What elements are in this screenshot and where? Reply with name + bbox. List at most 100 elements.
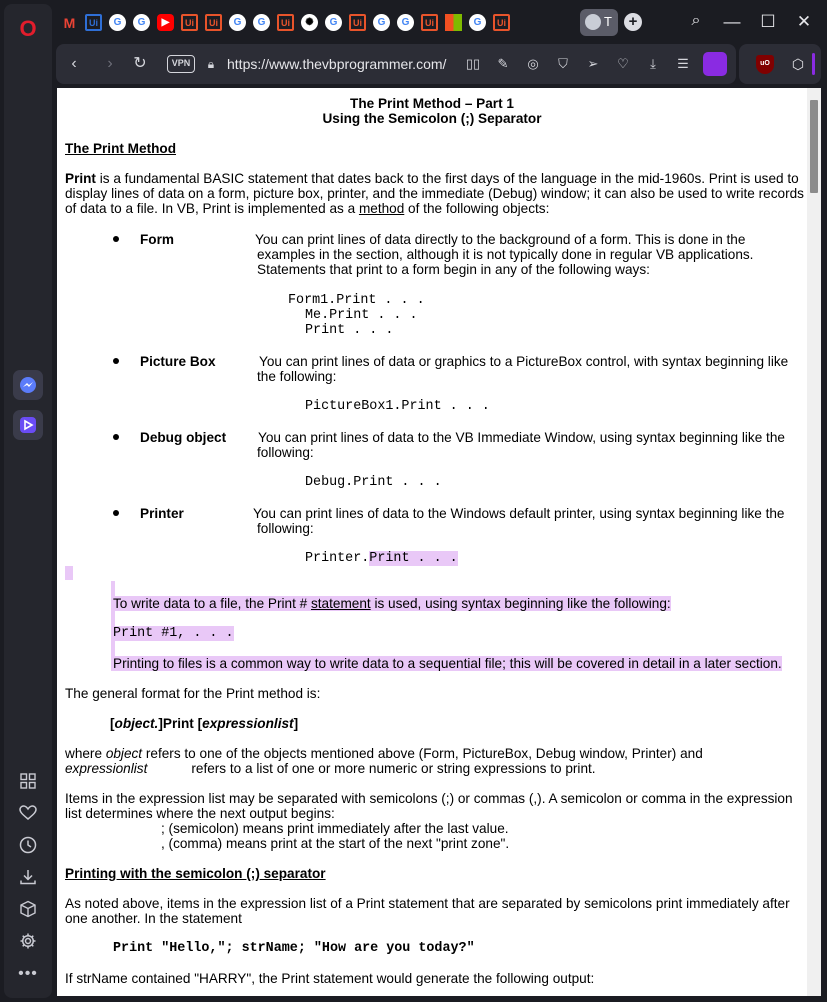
tab-chatgpt-icon[interactable]: ✺ [301,14,318,31]
tab-google-icon[interactable]: G [133,14,150,31]
tab-youtube-icon[interactable]: ▶ [157,14,174,31]
printer-desc-1: You can print lines of data to the Windo… [253,506,785,521]
tab-uipath-icon[interactable]: Ui [493,14,510,31]
form-desc-3: Statements that print to a form begin in… [257,262,650,277]
general-format: The general format for the Print method … [65,686,321,701]
statement-link[interactable]: statement [311,596,371,611]
back-button[interactable]: ‹ [64,54,84,74]
ublock-origin-icon[interactable]: uO [756,55,774,74]
form-desc-1: You can print lines of data directly to … [255,232,746,247]
reload-button[interactable]: ↻ [130,54,150,74]
example-code: Print "Hello,"; strName; "How are you to… [113,941,475,956]
scrollbar-thumb[interactable] [810,100,818,193]
url-host: https://www.thevbprogrammer.com/ [227,56,447,72]
file-code: Print #1, . . . [113,626,234,641]
label-picturebox: Picture Box [140,354,216,369]
download-icon[interactable]: ⤓ [644,55,662,73]
messenger-icon[interactable] [13,370,43,400]
shield-icon[interactable]: ⛉ [554,55,572,73]
tab-gmail-icon[interactable]: M [61,14,78,31]
selection-marker [65,566,73,580]
file-desc-1: To write data to a file, the Print # sta… [113,596,671,611]
label-debug: Debug object [140,430,227,445]
tab-uipath-icon[interactable]: Ui [277,14,294,31]
active-tab-title: T [604,14,612,29]
new-tab-button[interactable]: + [624,13,642,31]
noted-line-2: one another. In the statement [65,911,242,926]
sidebar-accent [812,53,815,75]
tab-google-icon[interactable]: G [373,14,390,31]
bullet-form [113,236,119,242]
noted-line-1: As noted above, items in the expression … [65,896,790,911]
bookmarks-heart-icon[interactable] [18,803,38,823]
close-window-button[interactable]: ✕ [793,12,815,32]
minimize-button[interactable]: — [721,12,743,32]
browser-window: O ••• M Ui G G ▶ Ui Ui G G Ui ✺ G Ui G G… [0,0,827,1002]
snapshot-camera-icon[interactable]: ◎ [524,55,542,73]
tab-google-icon[interactable]: G [109,14,126,31]
file-desc-2: Printing to files is a common way to wri… [113,656,782,671]
profile-avatar[interactable] [703,52,727,76]
bullet-debug [113,434,119,440]
player-icon[interactable] [13,410,43,440]
tab-uipath-icon[interactable]: Ui [205,14,222,31]
debug-code: Debug.Print . . . [305,475,442,490]
tab-google-icon[interactable]: G [229,14,246,31]
items-semicolon: ; (semicolon) means print immediately af… [161,821,509,836]
tab-uipath-icon[interactable]: Ui [181,14,198,31]
picturebox-desc-1: You can print lines of data or graphics … [259,354,789,369]
downloads-icon[interactable] [18,867,38,887]
extensions-cube-icon[interactable] [18,899,38,919]
picturebox-code: PictureBox1.Print . . . [305,399,490,414]
easy-setup-icon[interactable]: ☰ [674,55,692,73]
speed-dial-icon[interactable] [18,771,38,791]
tab-microsoft-icon[interactable] [445,14,462,31]
page-title: The Print Method – Part 1 [350,96,514,111]
active-tab[interactable]: T [580,9,618,36]
intro-line-3: of data to a file. In VB, Print is imple… [65,201,550,216]
bookmark-heart-icon[interactable]: ♡ [614,55,632,73]
tab-google-icon[interactable]: G [469,14,486,31]
tab-uipath-icon[interactable]: Ui [421,14,438,31]
tab-uipath-icon[interactable]: Ui [85,14,102,31]
tab-google-icon[interactable]: G [253,14,270,31]
extensions-cube-icon[interactable]: ⬡ [789,55,807,73]
tab-google-icon[interactable]: G [325,14,342,31]
printer-code: Printer.Print . . . [305,551,458,566]
intro-paragraph: Print is a fundamental BASIC statement t… [65,171,799,186]
tab-uipath-icon[interactable]: Ui [349,14,366,31]
label-form: Form [140,232,174,247]
intro-line-2: display lines of data on a form, picture… [65,186,804,201]
maximize-button[interactable]: ☐ [757,12,779,32]
scrollbar-track[interactable] [807,88,821,996]
edit-icon[interactable]: ✎ [494,55,512,73]
history-clock-icon[interactable] [18,835,38,855]
heading-semicolon: Printing with the semicolon (;) separato… [65,866,326,881]
page-subtitle: Using the Semicolon (;) Separator [322,111,542,126]
settings-gear-icon[interactable] [18,931,38,951]
forward-button[interactable]: › [100,54,120,74]
picturebox-desc-2: the following: [257,369,337,384]
label-printer: Printer [140,506,184,521]
harry-line: If strName contained "HARRY", the Print … [65,971,595,986]
debug-desc-1: You can print lines of data to the VB Im… [258,430,785,445]
opera-logo-icon[interactable]: O [17,18,39,40]
vpn-badge[interactable]: VPN [167,55,195,73]
sidebar: O ••• [4,4,52,998]
syntax-line: [object.]Print [expressionlist] [110,716,299,731]
globe-icon [585,14,601,30]
web-page: The Print Method – Part 1 Using the Semi… [57,88,807,996]
send-icon[interactable]: ➢ [584,55,602,73]
form-desc-2: examples in the section, although it is … [257,247,754,262]
method-link[interactable]: method [359,201,404,216]
address-field[interactable]: https://www.thevbprogrammer.com/Cl [227,56,447,74]
tab-strip: M Ui G G ▶ Ui Ui G G Ui ✺ G Ui G G Ui G … [56,6,827,38]
reader-mode-icon[interactable]: ▯▯ [464,55,482,73]
lock-icon[interactable]: 🔒︎ [201,54,221,74]
more-options-icon[interactable]: ••• [18,964,38,984]
form-code-2: Me.Print . . . [305,308,418,323]
items-line-1: Items in the expression list may be sepa… [65,791,793,806]
tab-google-icon[interactable]: G [397,14,414,31]
extensions-area: uO ⬡ [739,44,821,84]
search-tabs-icon[interactable]: ⌕ [685,12,707,30]
